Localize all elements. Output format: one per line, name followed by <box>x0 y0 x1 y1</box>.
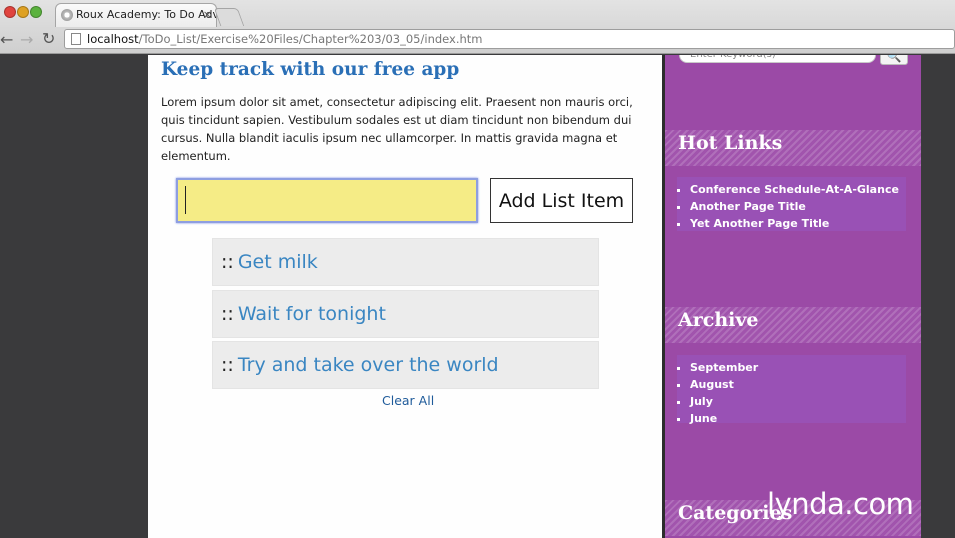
todo-item[interactable]: :: Wait for tonight <box>212 290 599 338</box>
drag-handle-icon[interactable]: :: <box>221 303 234 325</box>
reload-icon[interactable]: ↻ <box>42 29 55 48</box>
forward-arrow-icon[interactable]: → <box>20 30 33 49</box>
hot-links-title: Hot Links <box>678 132 783 154</box>
window-minimize-icon[interactable] <box>17 6 29 18</box>
hot-link-item[interactable]: Conference Schedule-At-A-Glance <box>690 181 906 198</box>
archive-item[interactable]: September <box>690 359 906 376</box>
search-icon[interactable]: 🔍 <box>880 55 908 65</box>
lynda-watermark: lynda.com <box>767 487 914 521</box>
hot-links-header: Hot Links <box>665 130 921 166</box>
browser-chrome: Roux Academy: To Do Advanced × ← → ↻ loc… <box>0 0 955 54</box>
intro-paragraph: Lorem ipsum dolor sit amet, consectetur … <box>161 95 633 163</box>
add-list-item-button[interactable]: Add List Item <box>490 178 633 223</box>
text-caret <box>185 186 186 214</box>
todo-item[interactable]: :: Get milk <box>212 238 599 286</box>
address-bar[interactable]: localhost/ToDo_List/Exercise%20Files/Cha… <box>64 29 955 49</box>
drag-handle-icon[interactable]: :: <box>221 354 234 376</box>
hot-link-item[interactable]: Another Page Title <box>690 198 906 215</box>
new-tab-button[interactable] <box>213 8 245 26</box>
hot-link-item[interactable]: Yet Another Page Title <box>690 215 906 232</box>
url-host: localhost <box>87 32 139 46</box>
page-viewport: Keep track with our free app Lorem ipsum… <box>0 55 955 538</box>
search-input[interactable]: Enter Keyword(s) <box>679 55 876 63</box>
clear-all-link[interactable]: Clear All <box>382 393 434 408</box>
todo-item[interactable]: :: Try and take over the world <box>212 341 599 389</box>
page-title: Keep track with our free app <box>161 59 460 80</box>
todo-item-label[interactable]: Wait for tonight <box>238 303 386 325</box>
window-maximize-icon[interactable] <box>30 6 42 18</box>
todo-item-label[interactable]: Try and take over the world <box>238 354 499 376</box>
main-content: Keep track with our free app Lorem ipsum… <box>148 55 662 538</box>
archive-title: Archive <box>678 309 759 331</box>
tab-close-icon[interactable]: × <box>203 4 212 26</box>
archive-header: Archive <box>665 307 921 343</box>
archive-item[interactable]: August <box>690 376 906 393</box>
todo-input[interactable] <box>176 178 478 223</box>
archive-item[interactable]: July <box>690 393 906 410</box>
page-icon <box>71 33 81 45</box>
archive-item[interactable]: June <box>690 410 906 427</box>
favicon-icon <box>61 9 73 21</box>
archive-list: September August July June <box>677 355 906 425</box>
tab-title: Roux Academy: To Do Advanced <box>76 8 216 21</box>
browser-tab[interactable]: Roux Academy: To Do Advanced × <box>55 3 217 27</box>
drag-handle-icon[interactable]: :: <box>221 251 234 273</box>
todo-item-label[interactable]: Get milk <box>238 251 318 273</box>
url-path: /ToDo_List/Exercise%20Files/Chapter%203/… <box>138 32 483 46</box>
back-arrow-icon[interactable]: ← <box>0 30 13 49</box>
sidebar: Enter Keyword(s) 🔍 Hot Links Conference … <box>662 55 921 538</box>
hot-links-list: Conference Schedule-At-A-Glance Another … <box>677 177 906 231</box>
window-close-icon[interactable] <box>4 6 16 18</box>
